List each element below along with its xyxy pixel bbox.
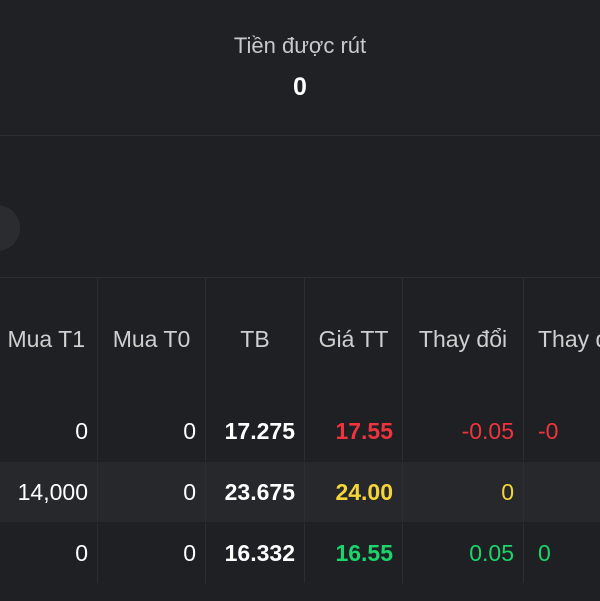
- cell-thay-doi: 0: [403, 462, 524, 522]
- cell-tb: 23.675: [206, 462, 305, 522]
- cell-mua-t0: 0: [98, 523, 206, 583]
- withdrawable-value: 0: [293, 73, 307, 101]
- cell-thay-doi-pct: [524, 462, 600, 522]
- scroll-handle[interactable]: [0, 205, 20, 251]
- portfolio-table: Mua T1 Mua T0 TB Giá TT Thay đổi Thay đổ…: [0, 277, 600, 601]
- cell-gia-tt: 16.55: [305, 523, 403, 583]
- table-header: Mua T1 Mua T0 TB Giá TT Thay đổi Thay đổ…: [0, 278, 600, 402]
- cell-tb: 16.332: [206, 523, 305, 583]
- header-thay-doi[interactable]: Thay đổi: [403, 278, 524, 401]
- cell-gia-tt: 24.00: [305, 462, 403, 522]
- header-gia-tt[interactable]: Giá TT: [305, 278, 403, 401]
- cell-thay-doi-pct: -0: [538, 417, 559, 444]
- withdrawable-summary: Tiền được rút 0: [0, 0, 600, 136]
- header-thay-doi-pct[interactable]: Thay đổi: [524, 278, 600, 401]
- cell-mua-t1: 14,000: [0, 462, 98, 522]
- header-tb[interactable]: TB: [206, 278, 305, 401]
- cell-gia-tt: 17.55: [305, 401, 403, 461]
- cell-mua-t1: 0: [0, 401, 98, 461]
- table-row[interactable]: 14,000 0 23.675 24.00 0: [0, 462, 600, 522]
- header-mua-t0[interactable]: Mua T0: [98, 278, 206, 401]
- header-mua-t1[interactable]: Mua T1: [0, 278, 98, 401]
- cell-thay-doi: 0.05: [403, 523, 524, 583]
- cell-thay-doi-pct: 0: [538, 539, 551, 566]
- table-row[interactable]: 0 0 16.332 16.55 0.05 0: [0, 523, 600, 583]
- table-row[interactable]: 0 0 17.275 17.55 -0.05 -0: [0, 401, 600, 461]
- cell-tb: 17.275: [206, 401, 305, 461]
- cell-thay-doi: -0.05: [403, 401, 524, 461]
- cell-mua-t0: 0: [98, 401, 206, 461]
- withdrawable-label: Tiền được rút: [233, 33, 367, 58]
- cell-mua-t1: 0: [0, 523, 98, 583]
- cell-mua-t0: 0: [98, 462, 206, 522]
